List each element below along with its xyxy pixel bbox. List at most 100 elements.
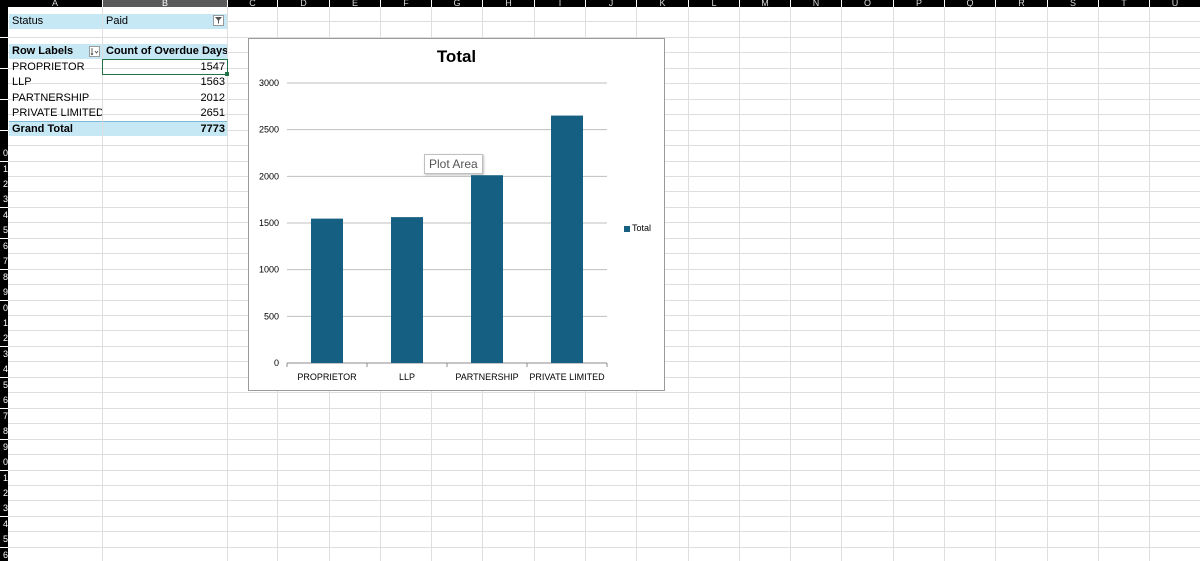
column-header-s[interactable]: S [1048, 0, 1098, 7]
row-header[interactable] [0, 68, 8, 84]
funnel-icon [215, 17, 222, 24]
column-header-p[interactable]: P [894, 0, 944, 7]
column-header-j[interactable]: J [586, 0, 636, 7]
spreadsheet[interactable]: ABCDEFGHIJKLMNOPQRSTU 012345678901234567… [0, 0, 1200, 561]
column-header-m[interactable]: M [740, 0, 790, 7]
bar-private-limited[interactable] [551, 115, 583, 363]
row-header[interactable] [0, 130, 8, 146]
row-header[interactable]: 9 [0, 285, 8, 301]
row-header[interactable]: 1 [0, 316, 8, 331]
x-tick-label: PRIVATE LIMITED [529, 372, 605, 382]
y-tick-label: 1500 [259, 218, 279, 228]
column-header-r[interactable]: R [996, 0, 1047, 7]
row-header[interactable]: 7 [0, 408, 8, 424]
column-header-c[interactable]: C [228, 0, 277, 7]
row-header[interactable]: 7 [0, 254, 8, 270]
bar-chart[interactable]: Total 0 500 1000 1500 2000 2500 3000 PROPRIETOR… [248, 38, 665, 391]
filter-dropdown-icon[interactable] [213, 15, 224, 26]
row-header[interactable]: 5 [0, 532, 8, 548]
row-header[interactable] [0, 99, 8, 115]
row-header[interactable]: 1 [0, 161, 8, 177]
row-header[interactable] [0, 53, 8, 69]
row-header[interactable]: 3 [0, 501, 8, 517]
row-header[interactable]: 0 [0, 455, 8, 471]
column-header-k[interactable]: K [637, 0, 688, 7]
pivot-row-value[interactable]: 2651 [103, 106, 227, 121]
column-header-a[interactable]: A [8, 0, 102, 7]
row-header[interactable]: 6 [0, 547, 8, 561]
pivot-row-label[interactable]: PRIVATE LIMITED [9, 106, 102, 121]
row-header[interactable]: 4 [0, 362, 8, 378]
pivot-row-label[interactable]: PROPRIETOR [9, 60, 102, 75]
x-tick-label: PARTNERSHIP [455, 372, 518, 382]
gridline-horizontal [8, 469, 1200, 471]
row-header[interactable]: 8 [0, 424, 8, 440]
column-header-h[interactable]: H [483, 0, 534, 7]
row-header[interactable]: 1 [0, 470, 8, 486]
row-header[interactable]: 2 [0, 331, 8, 347]
pivot-row-value-selected[interactable]: 1547 [102, 59, 228, 75]
gridline-horizontal [8, 454, 1200, 456]
pivot-value-header: Count of Overdue Days [103, 44, 227, 59]
column-header-u[interactable]: U [1150, 0, 1200, 7]
gridline-horizontal [8, 546, 1200, 548]
filter-value: Paid [103, 14, 227, 29]
select-all-corner[interactable] [0, 0, 8, 7]
column-header-g[interactable]: G [432, 0, 482, 7]
row-header[interactable]: 6 [0, 238, 8, 254]
row-header[interactable]: 3 [0, 192, 8, 208]
chart-plot-svg[interactable]: 0 500 1000 1500 2000 2500 3000 PROPRIETOR LLP PAR… [249, 39, 664, 390]
gridline-horizontal [8, 407, 1200, 409]
row-header[interactable] [0, 7, 8, 22]
gridline-horizontal [8, 392, 1200, 394]
row-header[interactable]: 2 [0, 176, 8, 192]
row-header[interactable] [0, 37, 8, 53]
row-header[interactable]: 9 [0, 439, 8, 455]
column-header-l[interactable]: L [689, 0, 739, 7]
column-header-n[interactable]: N [791, 0, 841, 7]
row-header[interactable] [0, 115, 8, 131]
column-header-b[interactable]: B [103, 0, 227, 7]
row-header[interactable] [0, 84, 8, 100]
bar-llp[interactable] [391, 217, 423, 363]
row-header[interactable]: 0 [0, 146, 8, 162]
filter-label: Status [9, 14, 102, 29]
pivot-row-value[interactable]: 1563 [103, 75, 227, 90]
gridline-horizontal [8, 515, 1200, 517]
column-header-q[interactable]: Q [945, 0, 995, 7]
row-header[interactable]: 4 [0, 207, 8, 223]
column-header-e[interactable]: E [330, 0, 380, 7]
gridline-horizontal [8, 531, 1200, 533]
column-header-i[interactable]: I [535, 0, 585, 7]
row-header[interactable]: 2 [0, 485, 8, 501]
legend-label: Total [632, 223, 652, 233]
sort-filter-icon [90, 48, 99, 56]
gridline-horizontal [8, 484, 1200, 486]
y-tick-label: 2500 [259, 125, 279, 135]
x-tick-label: PROPRIETOR [297, 372, 357, 382]
grand-total-value[interactable]: 7773 [103, 121, 227, 136]
gridline-horizontal [8, 423, 1200, 425]
row-header[interactable]: 5 [0, 377, 8, 393]
column-header-d[interactable]: D [278, 0, 329, 7]
row-header[interactable] [0, 22, 8, 38]
pivot-row-label[interactable]: LLP [9, 75, 102, 90]
row-header[interactable]: 8 [0, 269, 8, 285]
row-header[interactable]: 6 [0, 393, 8, 409]
pivot-row-value[interactable]: 2012 [103, 91, 227, 106]
y-tick-label: 2000 [259, 171, 279, 181]
pivot-row-label[interactable]: PARTNERSHIP [9, 91, 102, 106]
chart-legend[interactable]: Total [624, 223, 651, 233]
row-header[interactable]: 5 [0, 223, 8, 239]
row-labels-sort-icon[interactable] [89, 46, 100, 57]
row-header[interactable]: 0 [0, 300, 8, 316]
column-header-o[interactable]: O [842, 0, 893, 7]
y-tick-label: 0 [274, 358, 279, 368]
y-tick-label: 1000 [259, 265, 279, 275]
row-header[interactable]: 3 [0, 346, 8, 362]
column-header-t[interactable]: T [1099, 0, 1149, 7]
bar-partnership[interactable] [471, 175, 503, 363]
bar-proprietor[interactable] [311, 218, 343, 363]
column-header-f[interactable]: F [381, 0, 431, 7]
row-header[interactable]: 4 [0, 516, 8, 532]
